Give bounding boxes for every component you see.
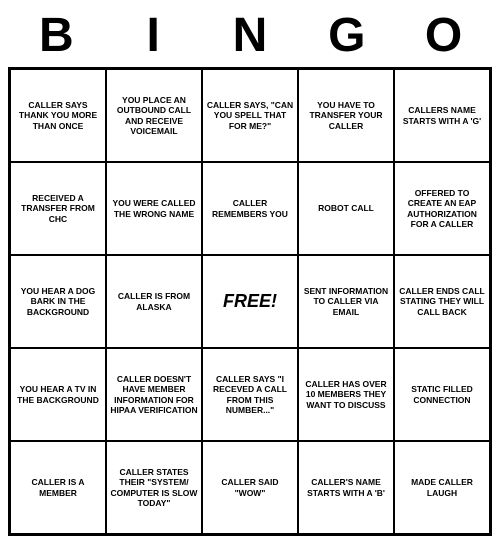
- bingo-cell-24[interactable]: MADE CALLER LAUGH: [394, 441, 490, 534]
- letter-o: O: [400, 8, 488, 63]
- letter-b: B: [12, 8, 100, 63]
- bingo-cell-22[interactable]: CALLER SAID "WOW": [202, 441, 298, 534]
- bingo-cell-14[interactable]: CALLER ENDS CALL STATING THEY WILL CALL …: [394, 255, 490, 348]
- bingo-cell-3[interactable]: YOU HAVE TO TRANSFER YOUR CALLER: [298, 69, 394, 162]
- bingo-cell-16[interactable]: CALLER DOESN'T HAVE MEMBER INFORMATION F…: [106, 348, 202, 441]
- bingo-cell-20[interactable]: CALLER IS A MEMBER: [10, 441, 106, 534]
- bingo-cell-7[interactable]: CALLER REMEMBERS YOU: [202, 162, 298, 255]
- bingo-cell-12[interactable]: Free!: [202, 255, 298, 348]
- bingo-cell-13[interactable]: SENT INFORMATION TO CALLER VIA EMAIL: [298, 255, 394, 348]
- bingo-grid: CALLER SAYS THANK YOU MORE THAN ONCEYOU …: [8, 67, 492, 536]
- letter-n: N: [206, 8, 294, 63]
- bingo-cell-18[interactable]: CALLER HAS OVER 10 MEMBERS THEY WANT TO …: [298, 348, 394, 441]
- bingo-cell-15[interactable]: YOU HEAR A TV IN THE BACKGROUND: [10, 348, 106, 441]
- bingo-cell-4[interactable]: CALLERS NAME STARTS WITH A 'G': [394, 69, 490, 162]
- bingo-cell-6[interactable]: YOU WERE CALLED THE WRONG NAME: [106, 162, 202, 255]
- bingo-cell-21[interactable]: CALLER STATES THEIR "SYSTEM/ COMPUTER IS…: [106, 441, 202, 534]
- letter-i: I: [109, 8, 197, 63]
- bingo-cell-23[interactable]: CALLER'S NAME STARTS WITH A 'B': [298, 441, 394, 534]
- letter-g: G: [303, 8, 391, 63]
- bingo-cell-9[interactable]: OFFERED TO CREATE AN EAP AUTHORIZATION F…: [394, 162, 490, 255]
- bingo-cell-11[interactable]: CALLER IS FROM ALASKA: [106, 255, 202, 348]
- bingo-header: B I N G O: [8, 8, 492, 63]
- bingo-cell-17[interactable]: CALLER SAYS "I RECEVED A CALL FROM THIS …: [202, 348, 298, 441]
- bingo-cell-2[interactable]: CALLER SAYS, "CAN YOU SPELL THAT FOR ME?…: [202, 69, 298, 162]
- bingo-cell-8[interactable]: ROBOT CALL: [298, 162, 394, 255]
- bingo-cell-0[interactable]: CALLER SAYS THANK YOU MORE THAN ONCE: [10, 69, 106, 162]
- bingo-cell-10[interactable]: YOU HEAR A DOG BARK IN THE BACKGROUND: [10, 255, 106, 348]
- bingo-cell-1[interactable]: YOU PLACE AN OUTBOUND CALL AND RECEIVE V…: [106, 69, 202, 162]
- bingo-cell-5[interactable]: RECEIVED A TRANSFER FROM CHC: [10, 162, 106, 255]
- bingo-cell-19[interactable]: STATIC FILLED CONNECTION: [394, 348, 490, 441]
